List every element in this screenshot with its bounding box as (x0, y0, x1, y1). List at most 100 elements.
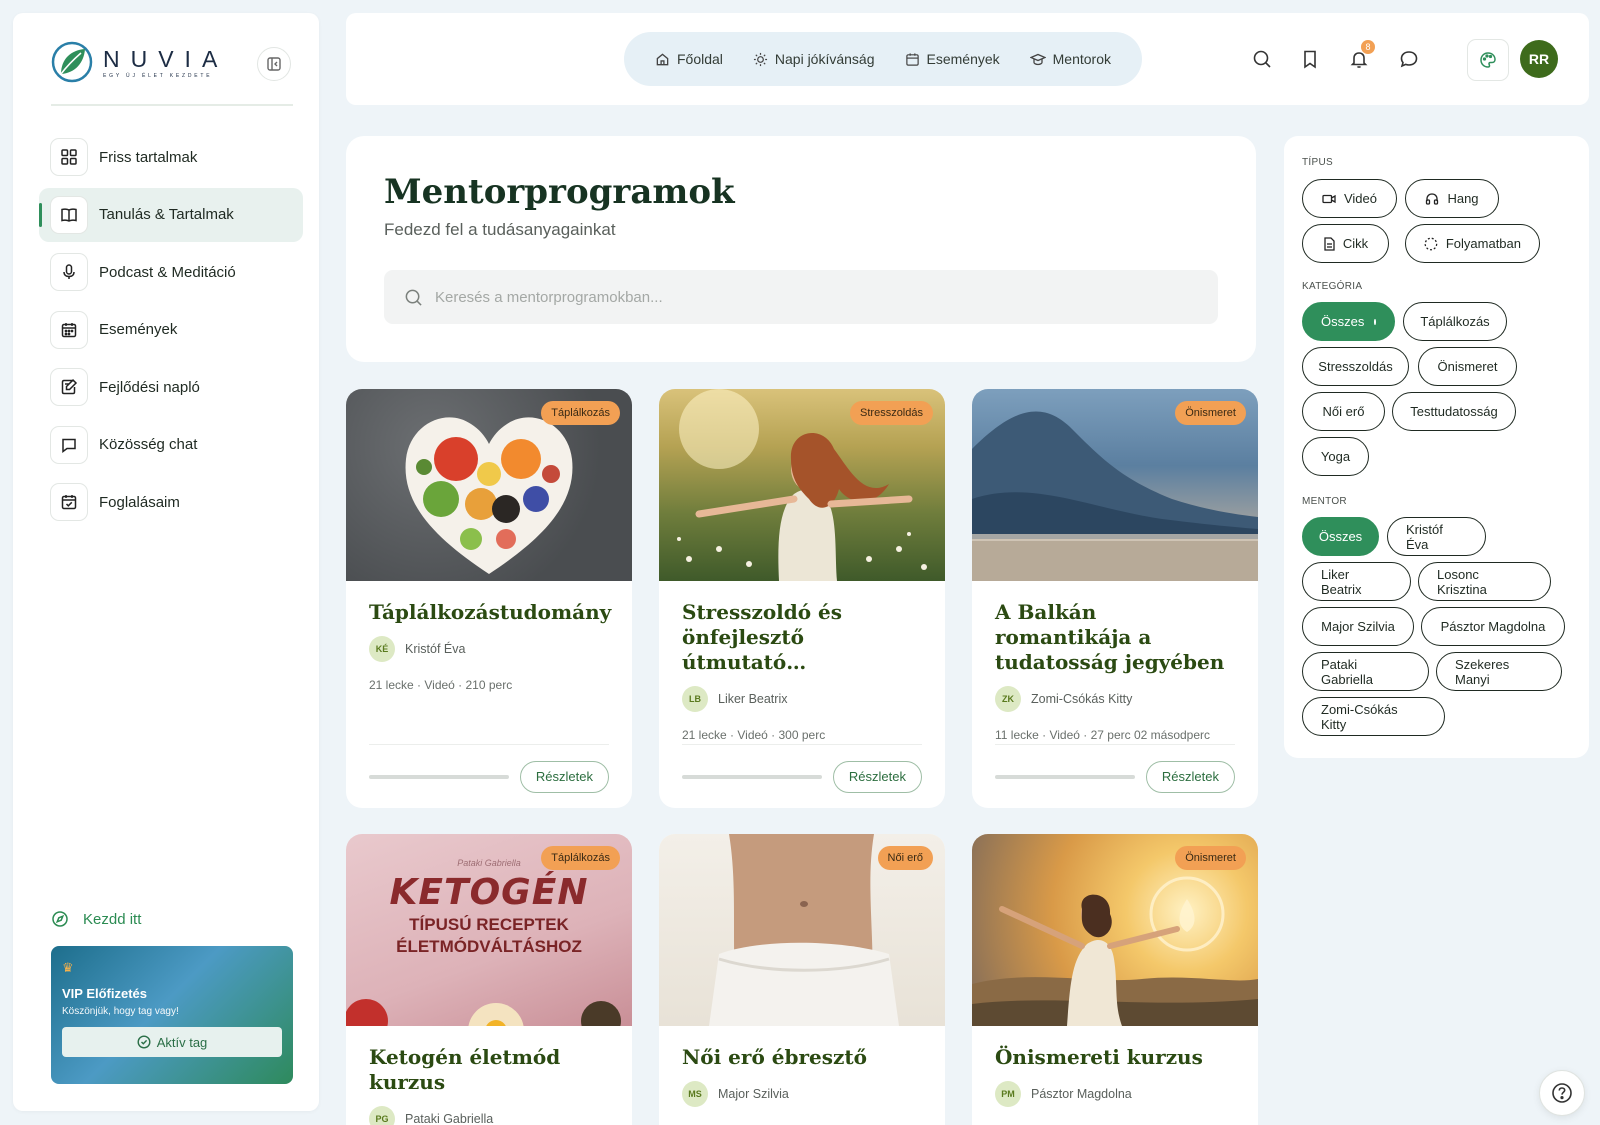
filter-category-yoga[interactable]: Yoga (1302, 437, 1369, 476)
filter-category-stress[interactable]: Stresszoldás (1302, 347, 1409, 386)
card-title[interactable]: Női erő ébresztő (682, 1045, 922, 1070)
palette-icon (1480, 52, 1496, 68)
card-mentor[interactable]: LB Liker Beatrix (682, 686, 922, 712)
brand-logo[interactable]: NUVIA EGY ÚJ ÉLET KEZDETE (51, 41, 228, 83)
card-mentor[interactable]: MS Major Szilvia (682, 1081, 922, 1107)
program-card[interactable]: Önismeret A Balkán romantikája a tudatos… (972, 389, 1258, 808)
card-title[interactable]: Táplálkozástudomány (369, 600, 611, 625)
mentor-name: Pataki Gabriella (405, 1112, 494, 1125)
program-card[interactable]: Pataki Gabriella KETOGÉN TÍPUSÚ RECEPTEK… (346, 834, 632, 1125)
card-mentor[interactable]: PG Pataki Gabriella (369, 1106, 609, 1125)
sidebar-item-podcast[interactable]: Podcast & Meditáció (39, 245, 303, 299)
sidebar-item-fejlodesi-naplo[interactable]: Fejlődési napló (39, 360, 303, 414)
filter-mentor-label: MENTOR (1302, 496, 1347, 507)
sidebar-collapse-button[interactable] (257, 47, 291, 81)
hero-panel: Mentorprogramok Fedezd fel a tudásanyaga… (346, 136, 1256, 362)
details-button[interactable]: Részletek (519, 760, 609, 793)
messages-button[interactable] (1395, 45, 1423, 73)
chip-label: Testtudatosság (1410, 404, 1498, 419)
topnav-mentors[interactable]: Mentorok (1029, 51, 1111, 67)
sidebar-nav: Friss tartalmak Tanulás & Tartalmak Podc… (39, 130, 303, 533)
sidebar-item-tanulas[interactable]: Tanulás & Tartalmak (39, 187, 303, 242)
book-open-icon (50, 195, 88, 234)
notifications-button[interactable]: 8 (1345, 40, 1375, 73)
program-card[interactable]: Női erő Női erő ébresztő MS Major Szilvi… (659, 834, 945, 1125)
filter-mentor-losonc-krisztina[interactable]: Losonc Krisztina (1418, 562, 1551, 601)
microphone-icon (50, 253, 88, 291)
search-input[interactable] (435, 288, 1135, 306)
chip-label: Összes (1318, 529, 1363, 544)
calendar-icon (50, 310, 88, 349)
topnav-home[interactable]: Főoldal (655, 51, 723, 67)
filter-category-body-awareness[interactable]: Testtudatosság (1392, 392, 1516, 431)
details-button[interactable]: Részletek (1145, 760, 1235, 793)
filter-category-nutrition[interactable]: Táplálkozás (1403, 302, 1507, 341)
card-mentor[interactable]: KÉ Kristóf Éva (369, 636, 609, 662)
mentor-avatar: PM (995, 1081, 1021, 1107)
message-circle-icon (1400, 51, 1418, 68)
start-here-link[interactable]: Kezdd itt (51, 910, 141, 928)
user-avatar[interactable]: RR (1520, 40, 1558, 78)
filter-mentor-pataki-gabriella[interactable]: Pataki Gabriella (1302, 652, 1429, 691)
card-title[interactable]: A Balkán romantikája a tudatosság jegyéb… (995, 600, 1235, 675)
sidebar-item-label: Tanulás & Tartalmak (99, 206, 234, 223)
journal-edit-icon (50, 368, 88, 406)
filter-category-womens-power[interactable]: Női erő (1302, 392, 1385, 431)
home-icon (656, 52, 669, 65)
card-title[interactable]: Önismereti kurzus (995, 1045, 1235, 1070)
filter-mentor-all[interactable]: Összes (1302, 517, 1379, 556)
bookmark-button[interactable] (1296, 45, 1324, 73)
topnav-events[interactable]: Események (905, 51, 1000, 67)
filter-type-video[interactable]: Videó (1302, 179, 1397, 218)
search-icon (405, 289, 422, 306)
help-circle-icon (1552, 1083, 1572, 1103)
filter-mentor-zomi-csokas-kitty[interactable]: Zomi-Csókás Kitty (1302, 697, 1445, 736)
sidebar-item-label: Események (99, 321, 178, 338)
details-button[interactable]: Részletek (832, 760, 922, 793)
chip-label: Szekeres Manyi (1455, 656, 1510, 687)
chip-label: Táplálkozás (1420, 314, 1490, 329)
program-card[interactable]: Önismeret Önismereti kurzus PM Pásztor M… (972, 834, 1258, 1125)
program-card[interactable]: Stresszoldás Stresszoldó és önfejlesztő … (659, 389, 945, 808)
crown-icon: ♛ (62, 960, 74, 975)
sidebar-item-label: Fejlődési napló (99, 378, 200, 396)
progress-bar (369, 774, 509, 779)
card-meta: 21 lecke · Videó · 210 perc (369, 678, 513, 692)
theme-button[interactable] (1467, 39, 1509, 81)
sidebar-item-esemenyek[interactable]: Események (39, 303, 303, 357)
filter-mentor-liker-beatrix[interactable]: Liker Beatrix (1302, 562, 1411, 601)
filter-category-self-knowledge[interactable]: Önismeret (1418, 347, 1517, 386)
card-image-self-knowledge: Önismeret (972, 834, 1258, 1026)
filter-mentor-szekeres-manyi[interactable]: Szekeres Manyi (1436, 652, 1562, 691)
sidebar-divider (51, 104, 293, 106)
sidebar-item-kozosseg-chat[interactable]: Közösség chat (39, 418, 303, 472)
headphones-icon (1426, 193, 1439, 205)
filter-category-all[interactable]: Összes (1302, 302, 1395, 341)
sidebar-item-foglalasaim[interactable]: Foglalásaim (39, 475, 303, 529)
filter-mentor-kristof-eva[interactable]: Kristóf Éva (1387, 517, 1486, 556)
filter-type-audio[interactable]: Hang (1405, 179, 1499, 218)
image-line-2: TÍPUSÚ RECEPTEK (409, 915, 569, 934)
topnav-daily-wish[interactable]: Napi jókívánság (753, 51, 875, 67)
logo-leaf-icon (51, 41, 93, 83)
filter-mentor-major-szilvia[interactable]: Major Szilvia (1302, 607, 1414, 646)
card-meta: 11 lecke · Videó · 27 perc 02 másodperc (995, 728, 1211, 742)
card-title[interactable]: Stresszoldó és önfejlesztő útmutató… (682, 600, 922, 675)
search-button[interactable] (1248, 45, 1276, 73)
filter-type-article[interactable]: Cikk (1302, 224, 1389, 263)
help-button[interactable] (1539, 1070, 1585, 1116)
card-image-feminine: Női erő (659, 834, 945, 1026)
program-card[interactable]: Táplálkozás Táplálkozástudomány KÉ Krist… (346, 389, 632, 808)
topnav-label: Napi jókívánság (774, 51, 875, 67)
filter-mentor-pasztor-magdolna[interactable]: Pásztor Magdolna (1421, 607, 1565, 646)
sidebar-item-friss-tartalmak[interactable]: Friss tartalmak (39, 130, 303, 184)
category-badge: Táplálkozás (541, 846, 620, 870)
card-mentor[interactable]: PM Pásztor Magdolna (995, 1081, 1235, 1107)
start-here-label: Kezdd itt (83, 910, 142, 928)
filter-category-label: KATEGÓRIA (1302, 281, 1363, 292)
card-title[interactable]: Ketogén életmód kurzus (369, 1045, 609, 1095)
filter-type-in-progress[interactable]: Folyamatban (1405, 224, 1540, 263)
active-member-button[interactable]: Aktív tag (62, 1027, 282, 1057)
mentor-avatar: KÉ (369, 636, 395, 662)
card-mentor[interactable]: ZK Zomi-Csókás Kitty (995, 686, 1235, 712)
